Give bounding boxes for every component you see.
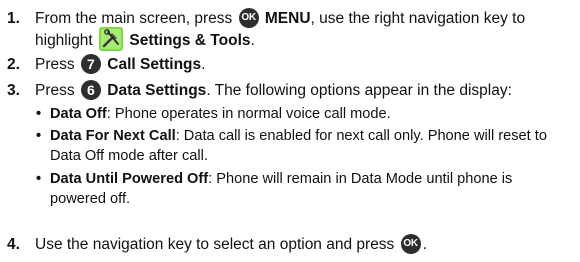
step-text-fragment: Use the navigation key to select an opti… <box>35 236 399 253</box>
option-description: : Phone will remain in Data Mode until p… <box>208 171 513 187</box>
ok-key-icon: OK <box>400 233 421 254</box>
option-description: : Data call is enabled for next call onl… <box>175 128 547 144</box>
option-title: Data For Next Call <box>50 128 176 144</box>
option-description-continued: powered off. <box>50 191 131 207</box>
data-settings-label: Data Settings <box>107 82 207 99</box>
step-text: Press 6 Data Settings. The following opt… <box>35 79 574 101</box>
option-description-continued: Data Off mode after call. <box>50 148 208 164</box>
step-text: From the main screen, press OK MENU, use… <box>35 7 574 53</box>
step-number: 2. <box>7 56 20 73</box>
step-number: 1. <box>7 10 20 27</box>
step-text-fragment: Press <box>35 82 79 99</box>
step-text-fragment: , use the right navigation key to <box>310 10 526 27</box>
step-text: Press 7 Call Settings. <box>35 53 574 75</box>
step-number: 4. <box>7 236 20 253</box>
step-text: Use the navigation key to select an opti… <box>35 233 574 255</box>
settings-tools-icon <box>99 27 124 51</box>
instruction-document: 1. From the main screen, press OK MENU, … <box>0 0 580 262</box>
number-key-icon: 7 <box>80 53 101 74</box>
call-settings-label: Call Settings <box>107 56 202 73</box>
option-text: Data For Next Call: Data call is enabled… <box>50 126 574 166</box>
option-text: Data Until Powered Off: Phone will remai… <box>50 169 574 209</box>
step-text-fragment: Press <box>35 56 79 73</box>
number-key-icon: 6 <box>80 79 101 100</box>
option-title: Data Off <box>50 106 107 122</box>
ok-key-icon: OK <box>238 7 259 28</box>
settings-tools-label: Settings & Tools <box>129 32 251 50</box>
step-text-fragment: . <box>250 32 255 50</box>
bullet-icon: • <box>36 128 42 144</box>
step-text-fragment: From the main screen, press <box>35 10 237 27</box>
bullet-icon: • <box>36 171 42 187</box>
step-text-fragment: . <box>422 236 427 253</box>
option-title: Data Until Powered Off <box>50 171 209 187</box>
menu-key-label: MENU <box>264 10 311 27</box>
step-number: 3. <box>7 82 20 99</box>
step-text-fragment: highlight <box>35 32 98 50</box>
step-text-fragment: . <box>201 56 206 73</box>
step-text-fragment: . The following options appear in the di… <box>206 82 512 99</box>
bullet-icon: • <box>36 106 42 122</box>
option-text: Data Off: Phone operates in normal voice… <box>50 104 574 124</box>
option-description: : Phone operates in normal voice call mo… <box>106 106 391 122</box>
